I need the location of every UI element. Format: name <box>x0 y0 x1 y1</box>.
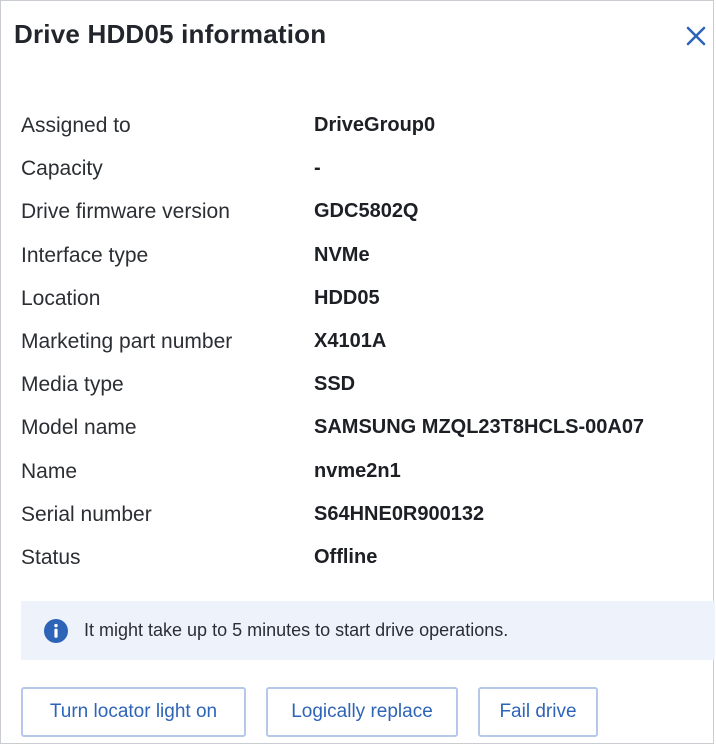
property-label: Interface type <box>21 243 149 267</box>
property-row-serial-number: Serial number S64HNE0R900132 <box>21 495 711 538</box>
property-label: Drive firmware version <box>21 200 230 224</box>
property-label: Serial number <box>21 502 152 526</box>
notice-text: It might take up to 5 minutes to start d… <box>84 620 509 640</box>
info-icon <box>43 618 69 644</box>
info-notice: It might take up to 5 minutes to start d… <box>21 601 715 660</box>
turn-locator-light-on-button[interactable]: Turn locator light on <box>21 687 246 737</box>
property-row-interface-type: Interface type NVMe <box>21 236 711 279</box>
property-value: SAMSUNG MZQL23T8HCLS-00A07 <box>314 416 645 439</box>
status-value: Offline <box>314 545 378 568</box>
property-row-model-name: Model name SAMSUNG MZQL23T8HCLS-00A07 <box>21 408 711 451</box>
property-row-status: Status Offline <box>21 538 711 581</box>
close-button[interactable] <box>681 21 711 51</box>
properties-list: Assigned to DriveGroup0 Capacity - Drive… <box>21 106 711 581</box>
property-value: HDD05 <box>314 286 380 309</box>
property-value: DriveGroup0 <box>314 114 436 136</box>
property-label: Model name <box>21 416 137 440</box>
property-value: X4101A <box>314 329 387 352</box>
property-label: Assigned to <box>21 114 131 137</box>
property-label: Status <box>21 545 81 569</box>
logically-replace-button[interactable]: Logically replace <box>266 687 458 737</box>
close-icon <box>684 24 708 48</box>
property-value: GDC5802Q <box>314 200 419 223</box>
property-label: Location <box>21 286 101 310</box>
property-row-marketing-part-number: Marketing part number X4101A <box>21 322 711 365</box>
property-row-firmware-version: Drive firmware version GDC5802Q <box>21 192 711 235</box>
property-value: - <box>314 157 321 180</box>
fail-drive-button[interactable]: Fail drive <box>478 687 598 737</box>
property-row-assigned-to: Assigned to DriveGroup0 <box>21 106 711 149</box>
property-label: Marketing part number <box>21 329 233 353</box>
property-label: Capacity <box>21 157 103 181</box>
property-row-name: Name nvme2n1 <box>21 452 711 495</box>
property-row-media-type: Media type SSD <box>21 365 711 408</box>
property-row-location: Location HDD05 <box>21 279 711 322</box>
property-value: nvme2n1 <box>314 459 401 482</box>
dialog-title: Drive HDD05 information <box>14 19 327 49</box>
property-value: SSD <box>314 373 356 396</box>
property-value: NVMe <box>314 243 370 266</box>
property-value: S64HNE0R900132 <box>314 502 485 525</box>
property-label: Media type <box>21 373 124 397</box>
property-row-capacity: Capacity - <box>21 149 711 192</box>
property-label: Name <box>21 459 78 483</box>
action-buttons: Turn locator light on Logically replace … <box>21 687 598 737</box>
drive-info-dialog: Drive HDD05 information Assigned to Driv… <box>0 0 715 744</box>
